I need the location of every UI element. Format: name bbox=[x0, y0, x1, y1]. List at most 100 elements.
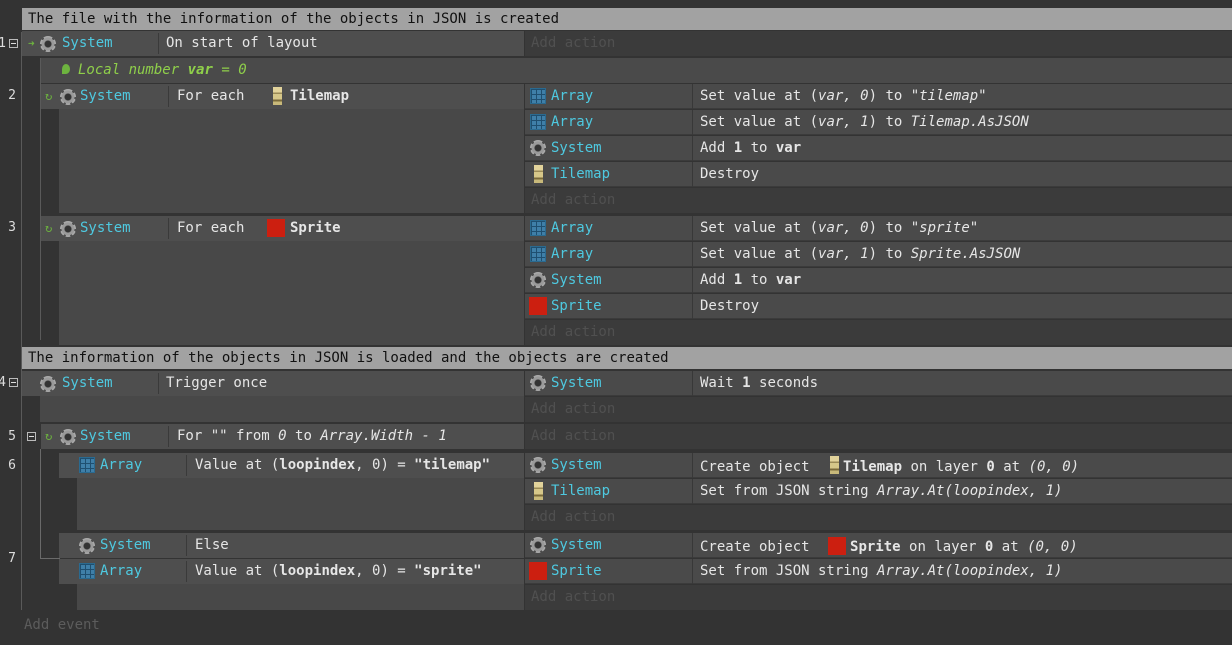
sprite-icon bbox=[828, 537, 847, 555]
tree-line bbox=[40, 449, 41, 559]
condition-text: For each bbox=[177, 220, 245, 236]
add-action-4[interactable]: Add action bbox=[525, 397, 1232, 422]
action-object-array: Array bbox=[525, 216, 693, 241]
array-icon bbox=[530, 88, 546, 104]
condition-object-system: System bbox=[62, 35, 113, 51]
action-object-system: System bbox=[525, 371, 693, 396]
action-object-system: System bbox=[525, 136, 693, 161]
add-action-2[interactable]: Add action bbox=[525, 188, 1232, 213]
tilemap-icon bbox=[830, 456, 840, 474]
comment-2[interactable]: The information of the objects in JSON i… bbox=[22, 347, 1232, 369]
collapse-toggle-1[interactable] bbox=[9, 39, 18, 48]
event-7-condition-area bbox=[77, 584, 524, 610]
event-number-3: 3 bbox=[8, 220, 16, 235]
action-object-sprite: Sprite bbox=[525, 559, 693, 584]
variable-icon bbox=[62, 64, 70, 74]
system-gear-icon bbox=[530, 272, 546, 288]
event-number-2: 2 bbox=[8, 88, 16, 103]
tilemap-icon bbox=[534, 165, 543, 183]
action-object-array: Array bbox=[525, 84, 693, 109]
event-6-condition[interactable]: Array Value at (loopindex, 0) = "tilemap… bbox=[59, 453, 524, 478]
divider bbox=[186, 455, 187, 476]
action-text: Create object Sprite on layer 0 at (0, 0… bbox=[700, 537, 1078, 555]
local-var-eq: = bbox=[221, 62, 230, 78]
event-number-5: 5 bbox=[8, 429, 16, 444]
event-3-action-1[interactable]: Array Set value at (var, 0) to "sprite" bbox=[525, 216, 1232, 241]
tilemap-icon bbox=[534, 482, 543, 500]
loop-icon: ↻ bbox=[45, 89, 53, 103]
event-2-condition-area bbox=[59, 109, 524, 213]
action-object-tilemap: Tilemap bbox=[525, 479, 693, 504]
system-gear-icon bbox=[530, 457, 546, 473]
action-text: Create object Tilemap on layer 0 at (0, … bbox=[694, 453, 1214, 480]
event-7-else-condition[interactable]: System Else bbox=[59, 533, 524, 558]
add-action-3[interactable]: Add action bbox=[525, 320, 1232, 345]
action-text: Set from JSON string Array.At(loopindex,… bbox=[700, 563, 1063, 579]
condition-text: Value at (loopindex, 0) = "tilemap" bbox=[195, 457, 491, 473]
event-4-action-1[interactable]: System Wait 1 seconds bbox=[525, 371, 1232, 396]
add-action-6[interactable]: Add action bbox=[525, 505, 1232, 530]
event-3-action-4[interactable]: Sprite Destroy bbox=[525, 294, 1232, 319]
event-6-condition-area bbox=[77, 478, 524, 530]
sprite-icon bbox=[529, 562, 547, 580]
event-2-condition[interactable]: ↻ System For each Tilemap bbox=[41, 84, 524, 109]
event-number-1: 1 bbox=[0, 36, 6, 51]
system-gear-icon bbox=[60, 429, 76, 445]
condition-text: For each bbox=[177, 88, 245, 104]
event-1-condition[interactable]: ➜ System On start of layout bbox=[22, 31, 524, 56]
condition-object-array: Array bbox=[100, 563, 143, 579]
action-object-system: System bbox=[525, 268, 693, 293]
divider bbox=[168, 426, 169, 447]
action-object-array: Array bbox=[525, 242, 693, 267]
condition-object-system: System bbox=[80, 428, 131, 444]
trigger-arrow-icon: ➜ bbox=[28, 37, 35, 50]
add-action-7[interactable]: Add action bbox=[525, 585, 1232, 610]
array-icon bbox=[79, 457, 95, 473]
event-4-condition-area bbox=[40, 396, 524, 422]
collapse-toggle-5[interactable] bbox=[27, 432, 36, 441]
event-2-action-1[interactable]: Array Set value at (var, 0) to "tilemap" bbox=[525, 84, 1232, 109]
condition-object-system: System bbox=[62, 375, 113, 391]
local-variable-text: Local number var = 0 bbox=[78, 58, 247, 83]
event-5-condition[interactable]: ↻ System For "" from 0 to Array.Width - … bbox=[41, 424, 524, 449]
event-2-action-2[interactable]: Array Set value at (var, 1) to Tilemap.A… bbox=[525, 110, 1232, 135]
loop-icon: ↻ bbox=[45, 221, 53, 235]
system-gear-icon bbox=[79, 538, 95, 554]
action-object-system: System bbox=[525, 453, 693, 478]
divider bbox=[186, 535, 187, 556]
action-text: Set value at (var, 1) to Tilemap.AsJSON bbox=[700, 114, 1029, 130]
event-7-action-2[interactable]: Sprite Set from JSON string Array.At(loo… bbox=[525, 559, 1232, 584]
event-6-action-2[interactable]: Tilemap Set from JSON string Array.At(lo… bbox=[525, 479, 1232, 504]
system-gear-icon bbox=[530, 537, 546, 553]
system-gear-icon bbox=[60, 89, 76, 105]
condition-object-system: System bbox=[100, 537, 151, 553]
local-variable-row[interactable]: Local number var = 0 bbox=[40, 58, 1232, 83]
event-2-action-3[interactable]: System Add 1 to var bbox=[525, 136, 1232, 161]
event-7-condition[interactable]: Array Value at (loopindex, 0) = "sprite" bbox=[59, 559, 524, 584]
event-3-action-2[interactable]: Array Set value at (var, 1) to Sprite.As… bbox=[525, 242, 1232, 267]
system-gear-icon bbox=[60, 221, 76, 237]
event-3-condition[interactable]: ↻ System For each Sprite bbox=[41, 216, 524, 241]
divider bbox=[168, 86, 169, 107]
action-object-array: Array bbox=[525, 110, 693, 135]
action-object-sprite: Sprite bbox=[525, 294, 693, 319]
event-6-action-1[interactable]: System Create object Tilemap on layer 0 … bbox=[525, 453, 1232, 478]
event-2-action-4[interactable]: Tilemap Destroy bbox=[525, 162, 1232, 187]
system-gear-icon bbox=[530, 375, 546, 391]
action-text: Destroy bbox=[700, 298, 760, 314]
condition-text: For "" from 0 to Array.Width - 1 bbox=[177, 428, 447, 444]
event-4-condition[interactable]: System Trigger once bbox=[22, 371, 524, 396]
condition-text: Trigger once bbox=[166, 375, 268, 391]
add-action-1[interactable]: Add action bbox=[525, 31, 1232, 56]
comment-1[interactable]: The file with the information of the obj… bbox=[22, 8, 1232, 30]
action-text: Destroy bbox=[700, 166, 760, 182]
add-event[interactable]: Add event bbox=[24, 614, 100, 636]
condition-object-sprite: Sprite bbox=[290, 220, 341, 236]
array-icon bbox=[530, 114, 546, 130]
collapse-toggle-4[interactable] bbox=[9, 378, 18, 387]
event-3-action-3[interactable]: System Add 1 to var bbox=[525, 268, 1232, 293]
divider bbox=[186, 561, 187, 582]
condition-text: On start of layout bbox=[166, 35, 318, 51]
event-7-action-1[interactable]: System Create object Sprite on layer 0 a… bbox=[525, 533, 1232, 558]
add-action-5[interactable]: Add action bbox=[525, 424, 1232, 449]
